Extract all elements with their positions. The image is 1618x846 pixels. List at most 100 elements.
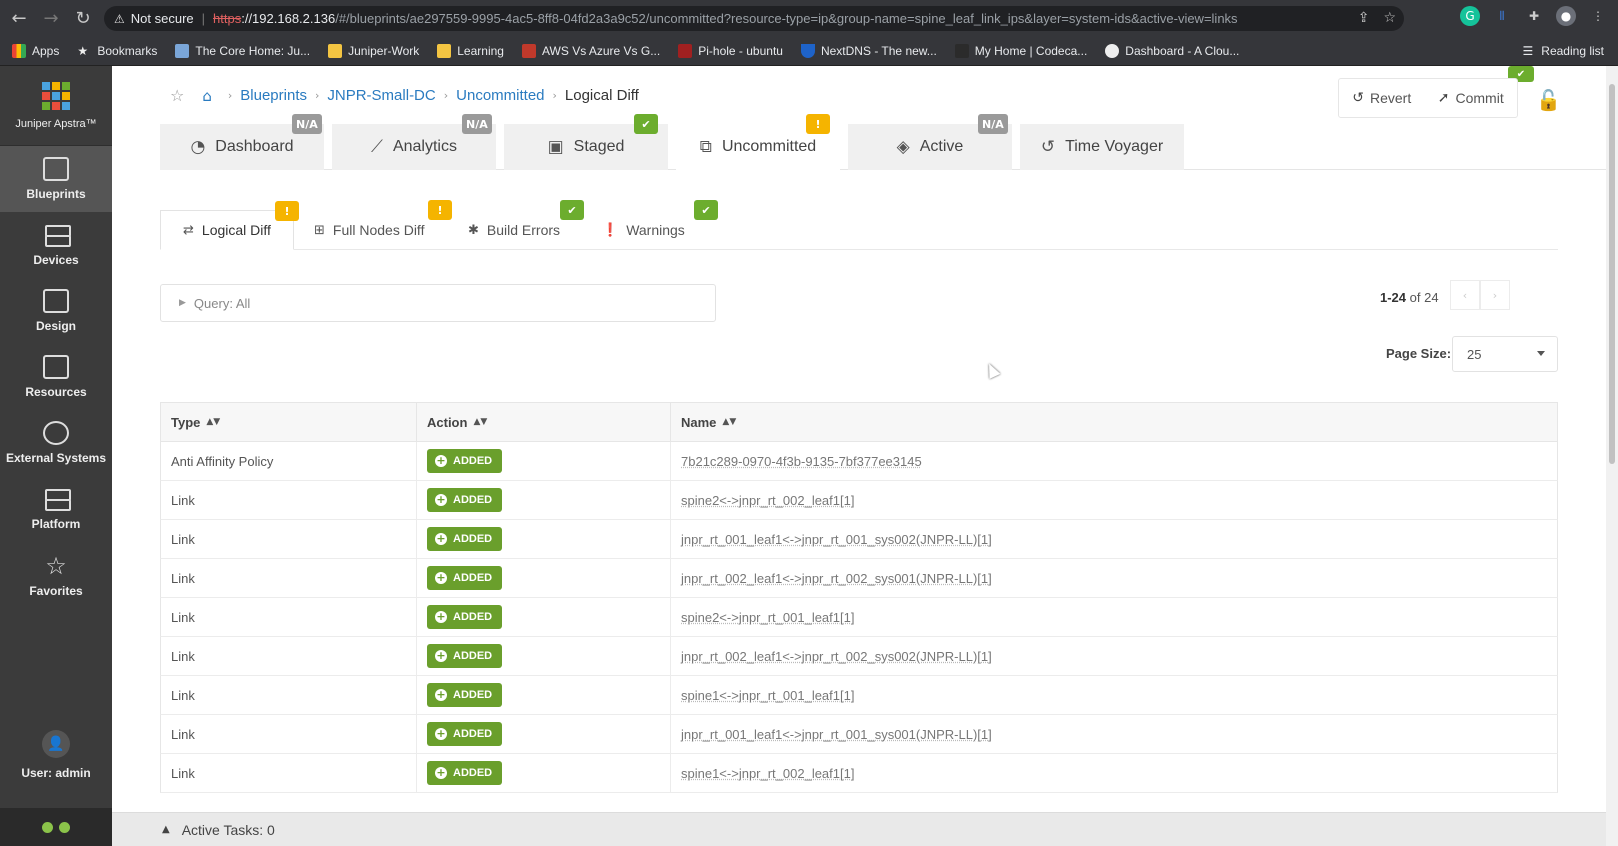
column-action[interactable]: Action ▲▼ [417,403,671,441]
tab-uncommitted[interactable]: ⧉ Uncommitted ! [676,114,840,170]
reading-list-button[interactable]: ☰ Reading list [1523,44,1604,58]
page-scrollbar[interactable] [1606,66,1618,846]
home-icon[interactable]: ⌂ [202,87,212,105]
user-menu[interactable]: 👤 User: admin [0,722,112,788]
external-systems-icon [43,421,69,445]
table-row[interactable]: Link + ADDED spine2<->jnpr_rt_001_leaf1[1] [160,598,1558,637]
profile-avatar[interactable]: ● [1556,6,1576,26]
tab-staged[interactable]: ▣ Staged ✔ [504,114,668,170]
unlock-icon[interactable]: 🔓 [1536,88,1561,112]
subtab-logical-diff[interactable]: ⇄ Logical Diff ! [160,201,299,250]
caret-up-icon: ▲ [162,824,170,835]
puzzle-icon[interactable]: ✚ [1524,6,1544,26]
cell-name[interactable]: spine2<->jnpr_rt_002_leaf1[1] [671,481,1557,519]
table-row[interactable]: Anti Affinity Policy + ADDED 7b21c289-0970-… [160,442,1558,481]
column-type[interactable]: Type ▲▼ [161,403,417,441]
user-icon: 👤 [42,730,70,758]
cell-type: Link [161,598,417,636]
sort-icon: ▲▼ [206,417,221,427]
commit-button[interactable]: ➚ Commit [1438,90,1504,106]
tab-dashboard[interactable]: ◔ Dashboard N/A [160,114,324,170]
address-bar[interactable]: ⚠ Not secure | https://192.168.2.136/#/b… [104,6,1404,31]
back-icon[interactable]: ← [6,5,32,31]
breadcrumb-blueprint[interactable]: JNPR-Small-DC [327,87,435,104]
tab-analytics[interactable]: ⟋ Analytics N/A [332,114,496,170]
reading-list-icon: ☰ [1522,44,1534,58]
extension-icon[interactable]: ⫴ [1492,6,1512,26]
cell-name[interactable]: spine1<->jnpr_rt_001_leaf1[1] [671,676,1557,714]
bookmark-item[interactable]: ★ Bookmarks [77,44,157,58]
warning-icon: ⚠ [114,11,125,26]
cell-name[interactable]: jnpr_rt_001_leaf1<->jnpr_rt_001_sys001(J… [671,715,1557,753]
table-row[interactable]: Link + ADDED spine1<->jnpr_rt_001_leaf1[1] [160,676,1558,715]
table-row[interactable]: Link + ADDED jnpr_rt_002_leaf1<->jnpr_rt_00… [160,559,1558,598]
exchange-icon: ⇄ [183,222,194,238]
column-name[interactable]: Name ▲▼ [671,403,1557,441]
sidebar-item-platform[interactable]: Platform [0,476,112,542]
table-row[interactable]: Link + ADDED spine1<->jnpr_rt_002_leaf1[1] [160,754,1558,793]
menu-kebab-icon[interactable]: ⋮ [1588,6,1608,26]
sidebar-item-design[interactable]: Design [0,278,112,344]
cloud-icon [1105,43,1120,58]
resources-icon [43,355,69,379]
sidebar-item-label: Devices [33,253,79,267]
cell-name[interactable]: spine1<->jnpr_rt_002_leaf1[1] [671,754,1557,792]
bookmark-item[interactable]: AWS Vs Azure Vs G... [521,43,660,58]
bookmark-star-icon[interactable]: ☆ [1383,10,1396,26]
bookmark-item[interactable]: Apps [12,43,59,58]
table-icon: ⊞ [314,222,325,238]
next-page-button[interactable]: › [1480,280,1510,310]
cell-type: Anti Affinity Policy [161,442,417,480]
sidebar-item-external-systems[interactable]: External Systems [0,410,112,476]
previous-page-button[interactable]: ‹ [1450,280,1480,310]
cell-action: + ADDED [417,442,671,480]
breadcrumb-uncommitted[interactable]: Uncommitted [456,87,544,104]
tab-active[interactable]: ◈ Active N/A [848,114,1012,170]
table-row[interactable]: Link + ADDED jnpr_rt_001_leaf1<->jnpr_rt_00… [160,715,1558,754]
sidebar-item-favorites[interactable]: ☆ Favorites [0,542,112,608]
grammarly-icon[interactable]: G [1460,6,1480,26]
reload-icon[interactable]: ↻ [70,5,96,31]
table-row[interactable]: Link + ADDED spine2<->jnpr_rt_002_leaf1[1] [160,481,1558,520]
table-row[interactable]: Link + ADDED jnpr_rt_001_leaf1<->jnpr_rt_00… [160,520,1558,559]
sidebar-item-label: Platform [31,517,81,531]
added-badge: + ADDED [427,566,503,590]
bookmark-item[interactable]: Juniper-Work [328,43,419,58]
sidebar-item-devices[interactable]: Devices [0,212,112,278]
bookmark-item[interactable]: NextDNS - The new... [800,43,937,58]
bookmark-item[interactable]: The Core Home: Ju... [175,43,310,58]
cell-type: Link [161,676,417,714]
page-size-select[interactable]: 25 [1452,336,1558,372]
sidebar-item-resources[interactable]: Resources [0,344,112,410]
chevron-right-icon: › [314,89,320,102]
cell-name[interactable]: jnpr_rt_002_leaf1<->jnpr_rt_002_sys001(J… [671,559,1557,597]
bookmark-item[interactable]: Dashboard - A Clou... [1105,43,1239,58]
favorite-star-icon[interactable]: ☆ [170,86,184,105]
revert-button[interactable]: ↺ Revert [1352,90,1411,106]
rocket-icon: ➚ [1437,90,1450,106]
sidebar-item-blueprints[interactable]: Blueprints [0,146,112,212]
cell-name[interactable]: jnpr_rt_002_leaf1<->jnpr_rt_002_sys002(J… [671,637,1557,675]
bookmark-item[interactable]: Learning [437,43,504,58]
active-tasks-bar[interactable]: ▲ Active Tasks: 0 [112,812,1606,846]
favicon-icon [521,43,536,58]
cell-name[interactable]: spine2<->jnpr_rt_001_leaf1[1] [671,598,1557,636]
bookmark-item[interactable]: Pi-hole - ubuntu [678,43,783,58]
cell-name[interactable]: 7b21c289-0970-4f3b-9135-7bf377ee3145 [671,442,1557,480]
share-icon[interactable]: ⇪ [1358,10,1370,26]
forward-icon[interactable]: → [38,5,64,31]
table-row[interactable]: Link + ADDED jnpr_rt_002_leaf1<->jnpr_rt_00… [160,637,1558,676]
subtab-full-nodes-diff[interactable]: ⊞ Full Nodes Diff ! [292,200,452,250]
subtab-build-errors[interactable]: ✱ Build Errors ✔ [446,200,584,250]
logo-text: Juniper Apstra™ [15,117,97,130]
bookmark-item[interactable]: My Home | Codeca... [954,43,1087,58]
url-path: /#/blueprints/ae297559-9995-4ac5-8ff8-04… [335,11,1238,26]
tab-time-voyager[interactable]: ↺ Time Voyager [1020,124,1184,170]
action-buttons: ↺ Revert ➚ Commit [1338,78,1518,118]
sidebar-item-label: Design [35,319,76,333]
juniper-apstra-logo[interactable]: Juniper Apstra™ [0,66,112,146]
breadcrumb-blueprints[interactable]: Blueprints [240,87,307,104]
query-filter[interactable]: ▶ Query: All [160,284,716,322]
cell-name[interactable]: jnpr_rt_001_leaf1<->jnpr_rt_001_sys002(J… [671,520,1557,558]
subtab-warnings[interactable]: ❗ Warnings ✔ [580,200,718,250]
